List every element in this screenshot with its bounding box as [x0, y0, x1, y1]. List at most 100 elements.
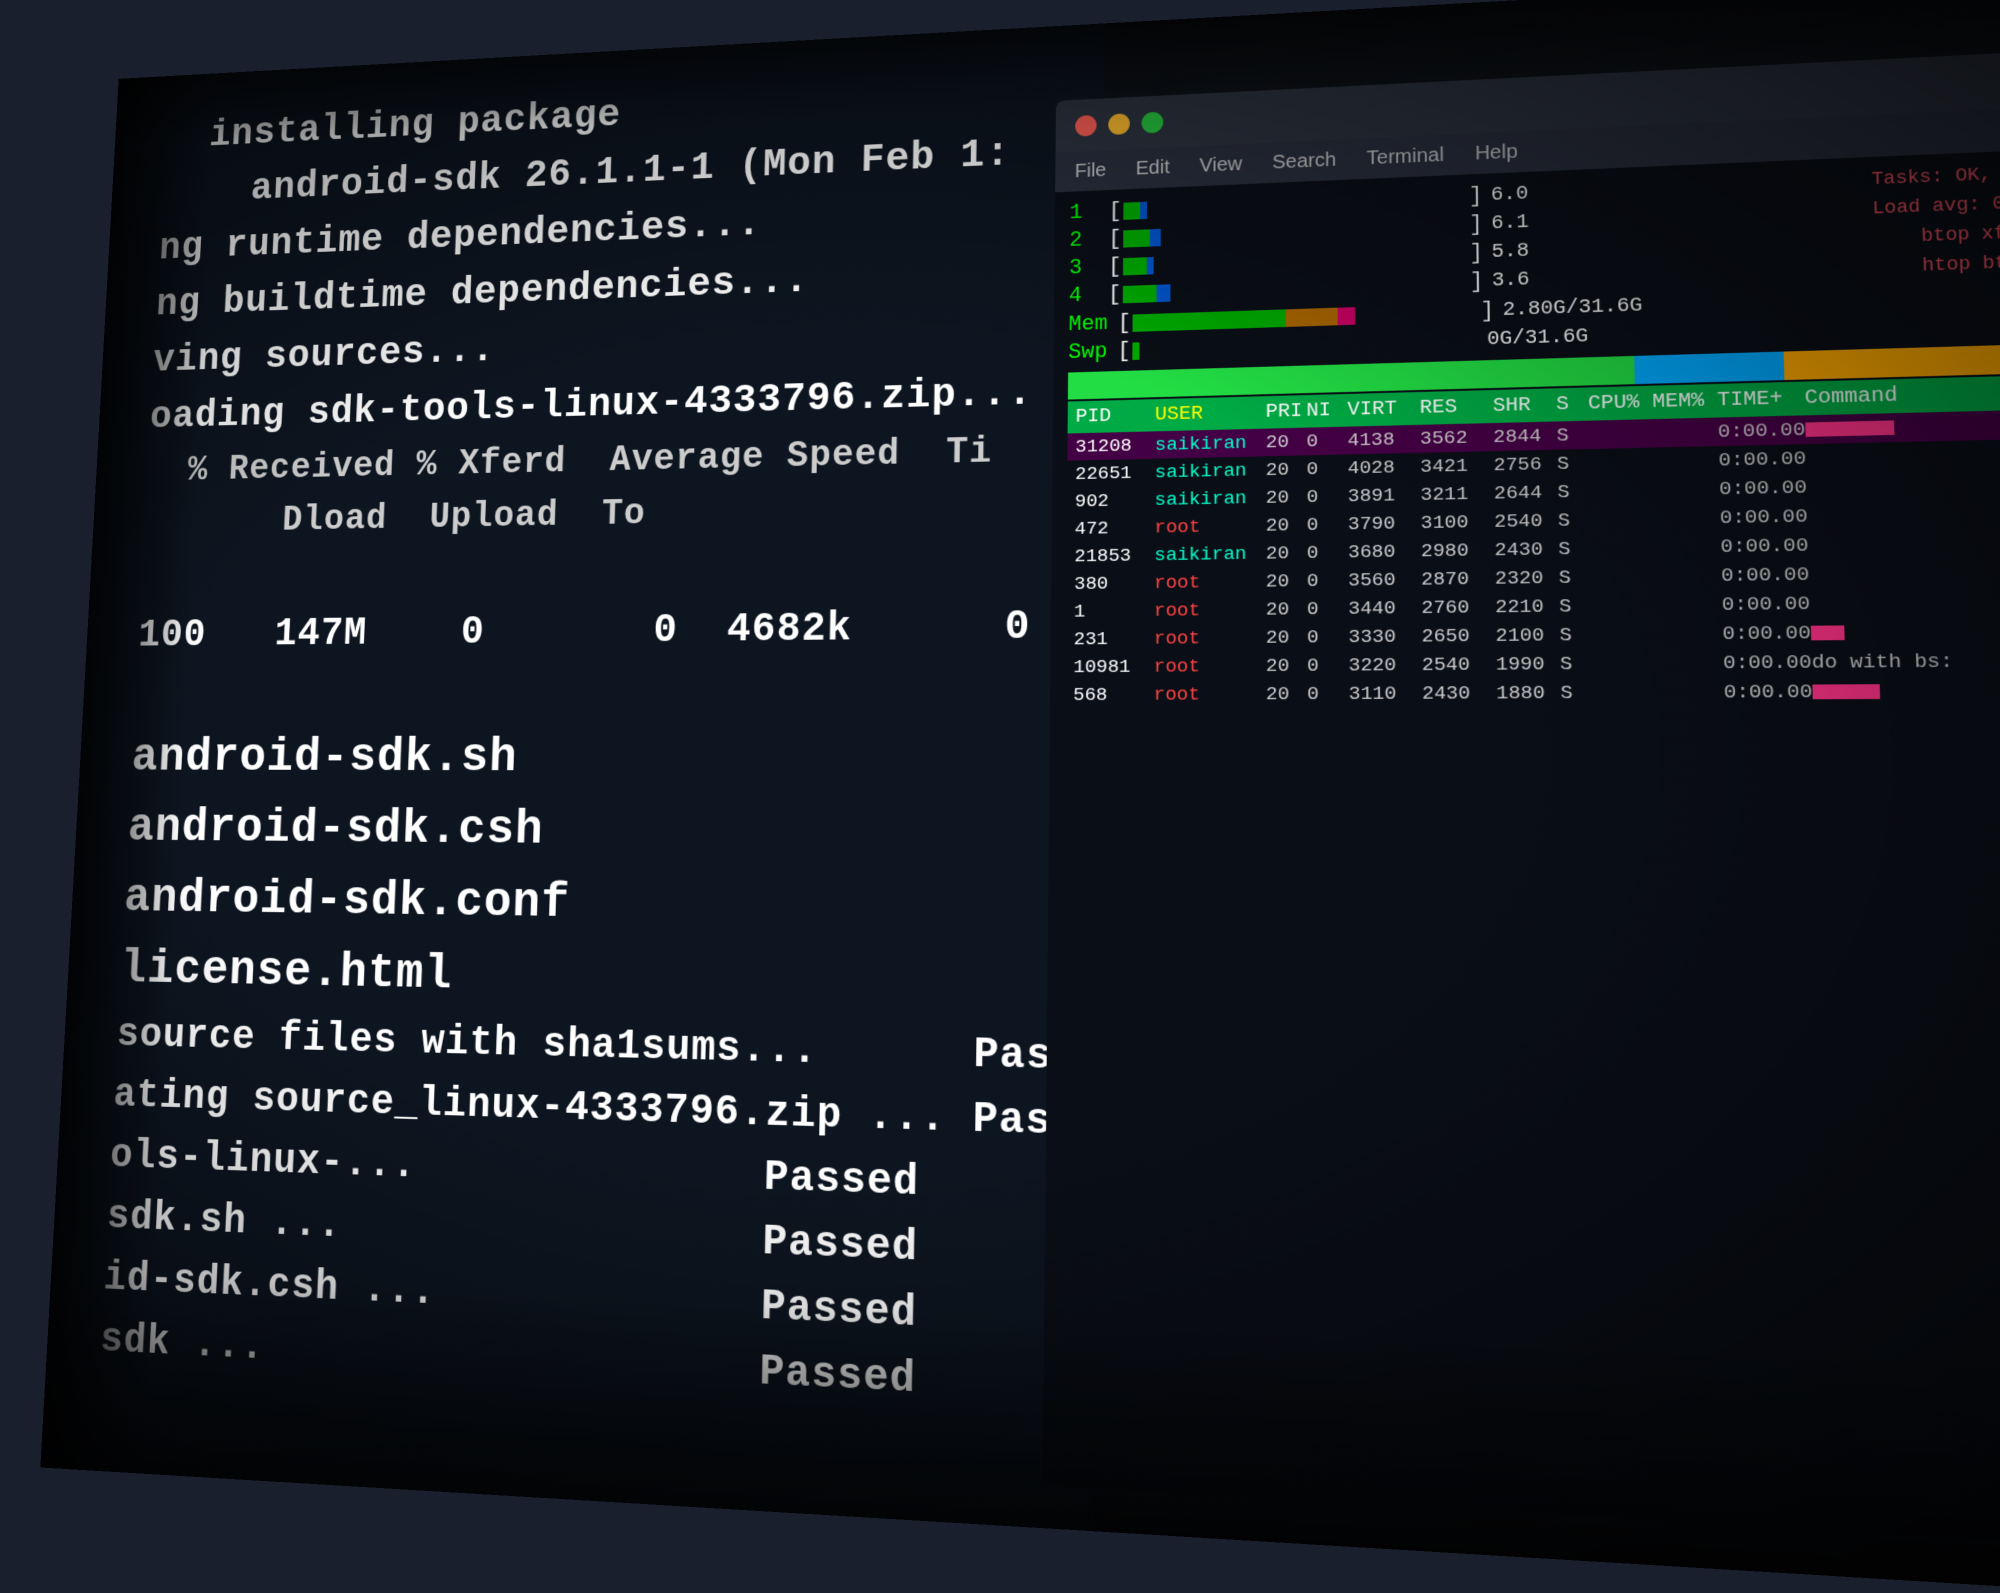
time-21853: 0:00.00: [1720, 534, 1809, 558]
proc-row-10[interactable]: 568 root 20 0 3110 2430 1880 S 0:00.00: [1065, 676, 2000, 709]
shr-472: 2540: [1494, 509, 1558, 532]
mem-231: [1657, 622, 1723, 645]
virt-231: 3330: [1348, 625, 1421, 648]
cpu-31208: [1588, 422, 1653, 446]
pri-902: 20: [1266, 486, 1307, 509]
mem-val: 2.80G/31.6G: [1502, 294, 1642, 322]
pri-231: 20: [1266, 626, 1307, 649]
right-stat-3: btop xfrd: [1921, 222, 2000, 246]
ni-22651: 0: [1306, 457, 1347, 480]
cmd-231: [1811, 619, 2000, 644]
cpu-label-4: 4: [1069, 283, 1108, 308]
cpu-231: [1592, 623, 1657, 646]
terminal-right: File Edit View Search Terminal Help 1 [ …: [1043, 51, 2000, 1546]
header-pri: PRI: [1266, 400, 1307, 424]
cmd-21853: [1808, 530, 2000, 556]
cpu-val-1: 6.0: [1491, 183, 1529, 207]
header-mem: MEM%: [1652, 389, 1717, 414]
res-31208: 3562: [1420, 426, 1493, 450]
res-472: 3100: [1421, 511, 1495, 534]
cpu-label-1: 1: [1069, 200, 1108, 225]
user-380: root: [1154, 571, 1266, 594]
pri-22651: 20: [1266, 458, 1307, 481]
header-cpu: CPU%: [1588, 391, 1653, 416]
cmd-380: [1809, 560, 2000, 586]
s-1: S: [1559, 595, 1592, 618]
cpu-val-2: 6.1: [1491, 211, 1529, 235]
s-21853: S: [1558, 537, 1590, 560]
ni-21853: 0: [1307, 541, 1348, 564]
cmd-31208: [1805, 413, 2000, 441]
menu-help[interactable]: Help: [1475, 140, 1518, 164]
cpu-22651: [1589, 451, 1654, 475]
pid-1: 1: [1074, 600, 1154, 623]
res-21853: 2980: [1421, 539, 1495, 562]
dot-yellow[interactable]: [1108, 113, 1130, 135]
shr-10981: 1990: [1496, 653, 1560, 676]
user-231: root: [1154, 627, 1266, 650]
mem-568: [1658, 681, 1724, 704]
htop-area: 1 [ ] 6.0 Tasks: OK, 4t 2 [: [1043, 149, 2000, 1546]
menu-search[interactable]: Search: [1272, 149, 1336, 174]
time-10981: 0:00.00: [1723, 651, 1812, 675]
s-22651: S: [1557, 452, 1589, 475]
pid-902: 902: [1075, 489, 1155, 512]
cpu-21853: [1590, 536, 1655, 560]
header-time: TIME+: [1717, 387, 1805, 413]
cpu-472: [1590, 508, 1655, 532]
mem-22651: [1653, 449, 1719, 473]
ni-31208: 0: [1306, 430, 1347, 453]
user-568: root: [1154, 683, 1266, 706]
menu-edit[interactable]: Edit: [1136, 156, 1170, 179]
time-472: 0:00.00: [1720, 505, 1809, 529]
user-22651: saikiran: [1155, 459, 1266, 483]
menu-file[interactable]: File: [1075, 159, 1107, 182]
user-21853: saikiran: [1154, 543, 1266, 567]
res-902: 3211: [1420, 482, 1494, 506]
mem-1: [1656, 593, 1722, 616]
cpu-label-2: 2: [1069, 227, 1108, 252]
mem-21853: [1655, 535, 1721, 559]
header-ni: NI: [1306, 399, 1347, 423]
pid-31208: 31208: [1075, 434, 1155, 457]
virt-22651: 4028: [1348, 456, 1421, 480]
header-res: RES: [1420, 395, 1493, 420]
cmd-1: [1810, 590, 2000, 616]
pid-472: 472: [1075, 517, 1155, 540]
cpu-568: [1593, 681, 1659, 704]
res-1: 2760: [1421, 596, 1495, 619]
s-231: S: [1559, 624, 1592, 647]
res-380: 2870: [1421, 567, 1495, 590]
user-1: root: [1154, 599, 1266, 622]
mem-bar: [1133, 302, 1479, 331]
time-568: 0:00.00: [1724, 680, 1813, 703]
dot-green[interactable]: [1142, 111, 1164, 133]
user-902: saikiran: [1154, 487, 1265, 511]
ni-380: 0: [1307, 569, 1348, 592]
ni-231: 0: [1307, 626, 1349, 649]
time-22651: 0:00.00: [1718, 447, 1806, 471]
shr-31208: 2844: [1493, 425, 1557, 449]
cpu-bar-4: [1123, 273, 1468, 303]
swp-label: Swp: [1068, 339, 1117, 365]
header-cmd: Command: [1804, 381, 2000, 411]
line-10: android-sdk.sh: [130, 721, 1040, 796]
menu-view[interactable]: View: [1199, 153, 1242, 177]
cpu-bar-3: [1123, 245, 1467, 275]
ni-10981: 0: [1307, 654, 1349, 677]
shr-568: 1880: [1496, 682, 1561, 705]
res-10981: 2540: [1422, 653, 1496, 676]
s-902: S: [1557, 480, 1589, 503]
line-11: android-sdk.csh: [126, 793, 1039, 872]
s-380: S: [1559, 566, 1592, 589]
pid-21853: 21853: [1074, 544, 1154, 567]
menu-terminal[interactable]: Terminal: [1367, 144, 1445, 170]
time-231: 0:00.00: [1722, 622, 1811, 646]
ni-472: 0: [1307, 513, 1348, 536]
scene: installing package android-sdk 26.1.1-1 …: [40, 0, 2000, 1593]
virt-10981: 3220: [1348, 654, 1421, 677]
shr-22651: 2756: [1493, 453, 1557, 477]
mem-31208: [1653, 421, 1718, 445]
cpu-380: [1591, 565, 1656, 588]
dot-red[interactable]: [1075, 114, 1097, 136]
